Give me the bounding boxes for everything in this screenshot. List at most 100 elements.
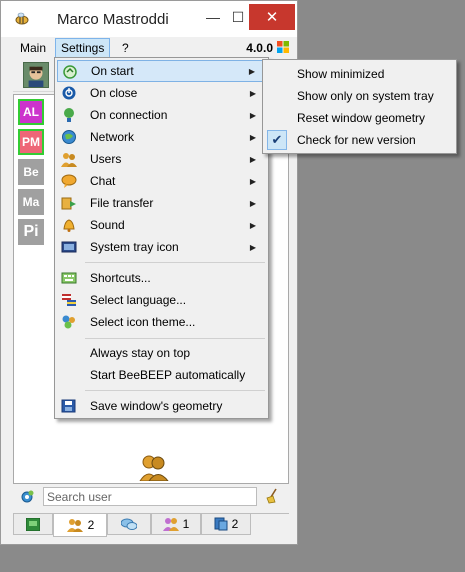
submenu-arrow-icon: ▶: [249, 198, 256, 208]
sound-label: Sound: [90, 218, 125, 232]
menu-item-system-tray-icon[interactable]: System tray icon ▶: [57, 236, 266, 258]
on-close-label: On close: [90, 86, 138, 100]
submenu-arrow-icon: ▶: [249, 154, 256, 164]
file-share-icon: [214, 517, 228, 531]
submenu-item-check-version[interactable]: ✔ Check for new version: [265, 129, 454, 151]
select-icon-theme-label: Select icon theme...: [90, 315, 196, 329]
user-avatar-pi[interactable]: Pi: [18, 219, 44, 245]
menu-item-network[interactable]: Network ▶: [57, 126, 266, 148]
windows-logo-icon[interactable]: [277, 41, 289, 53]
submenu-arrow-icon: ▶: [249, 110, 256, 120]
users-icon: [66, 519, 83, 532]
shortcuts-label: Shortcuts...: [90, 271, 151, 285]
menu-item-on-start[interactable]: On start ▶: [57, 60, 266, 82]
menu-item-on-connection[interactable]: On connection ▶: [57, 104, 266, 126]
menu-separator: [85, 390, 265, 391]
menu-help[interactable]: ?: [117, 39, 134, 57]
always-on-top-label: Always stay on top: [90, 346, 191, 360]
check-version-label: Check for new version: [297, 133, 416, 147]
chat-label: Chat: [90, 174, 116, 188]
user-avatar-al[interactable]: AL: [18, 99, 44, 125]
power-start-icon: [63, 65, 77, 79]
settings-dropdown-menu: On start ▶ On close ▶ On connection ▶ Ne…: [54, 57, 269, 419]
submenu-arrow-icon: ▶: [249, 242, 256, 252]
menu-main[interactable]: Main: [15, 39, 51, 57]
submenu-item-show-minimized[interactable]: Show minimized: [265, 63, 454, 85]
bee-app-icon: [15, 12, 29, 25]
menu-item-users[interactable]: Users ▶: [57, 148, 266, 170]
tab-chat-window[interactable]: [13, 514, 53, 535]
system-tray-icon: [61, 241, 77, 253]
file-transfer-label: File transfer: [90, 196, 154, 210]
tab-groups-count: 1: [182, 517, 190, 531]
menu-item-shortcuts[interactable]: Shortcuts...: [57, 267, 266, 289]
chat-window-icon: [26, 517, 40, 531]
select-language-label: Select language...: [90, 293, 187, 307]
submenu-arrow-icon: ▶: [248, 66, 255, 76]
chat-bubble-icon: [61, 174, 77, 188]
groups-icon: [162, 518, 179, 531]
tab-users-count: 2: [87, 518, 95, 532]
menu-item-always-on-top[interactable]: Always stay on top: [57, 342, 266, 364]
submenu-item-show-only-tray[interactable]: Show only on system tray: [265, 85, 454, 107]
user-avatar-be[interactable]: Be: [18, 159, 44, 185]
tab-users[interactable]: 2: [53, 514, 107, 537]
user-avatar[interactable]: [23, 62, 49, 88]
on-connection-label: On connection: [90, 108, 168, 122]
menu-item-file-transfer[interactable]: File transfer ▶: [57, 192, 266, 214]
show-only-tray-label: Show only on system tray: [297, 89, 434, 103]
system-tray-icon-label: System tray icon: [90, 240, 179, 254]
reset-geometry-label: Reset window geometry: [297, 111, 426, 125]
start-automatically-label: Start BeeBEEP automatically: [90, 368, 246, 382]
submenu-arrow-icon: ▶: [249, 132, 256, 142]
menu-item-chat[interactable]: Chat ▶: [57, 170, 266, 192]
menu-item-start-automatically[interactable]: Start BeeBEEP automatically: [57, 364, 266, 386]
tab-file-sharing[interactable]: 2: [201, 514, 251, 535]
chat-bubbles-icon: [121, 518, 137, 530]
menu-item-sound[interactable]: Sound ▶: [57, 214, 266, 236]
title-bar[interactable]: Marco Mastroddi — ☐ ✕: [1, 1, 297, 37]
tab-groups[interactable]: 1: [151, 514, 201, 535]
icon-theme-icon: [62, 315, 75, 329]
user-avatar-ma[interactable]: Ma: [18, 189, 44, 215]
window-title: Marco Mastroddi: [57, 11, 169, 28]
file-transfer-icon: [61, 197, 76, 210]
users-icon: [61, 153, 77, 167]
menu-item-on-close[interactable]: On close ▶: [57, 82, 266, 104]
network-globe-icon: [62, 130, 76, 144]
submenu-arrow-icon: ▶: [249, 88, 256, 98]
tab-files-count: 2: [231, 517, 239, 531]
menu-bar: Main Settings ? 4.0.0: [1, 37, 297, 58]
bottom-tabs: 2 1 2: [13, 513, 289, 537]
language-flags-icon: [62, 294, 76, 306]
menu-item-select-language[interactable]: Select language...: [57, 289, 266, 311]
search-user-input[interactable]: [43, 487, 257, 506]
power-off-icon: [62, 86, 76, 100]
keyboard-shortcuts-icon: [61, 272, 77, 284]
settings-gear-icon[interactable]: [19, 489, 35, 505]
save-window-icon: [61, 399, 76, 413]
network-label: Network: [90, 130, 135, 144]
check-mark-icon: ✔: [267, 130, 287, 150]
tab-chats[interactable]: [107, 514, 151, 535]
user-avatar-pm[interactable]: PM: [18, 129, 44, 155]
menu-item-select-icon-theme[interactable]: Select icon theme...: [57, 311, 266, 333]
submenu-arrow-icon: ▶: [249, 176, 256, 186]
show-minimized-label: Show minimized: [297, 67, 385, 81]
save-geometry-label: Save window's geometry: [90, 399, 223, 413]
connection-icon: [64, 108, 74, 122]
on-start-label: On start: [91, 64, 134, 78]
on-start-submenu: Show minimized Show only on system tray …: [262, 59, 457, 154]
version-label: 4.0.0: [246, 41, 273, 55]
close-button[interactable]: ✕: [249, 4, 295, 30]
users-group-icon: [139, 455, 169, 481]
submenu-arrow-icon: ▶: [249, 220, 256, 230]
users-label: Users: [90, 152, 122, 166]
menu-separator: [85, 262, 265, 263]
menu-item-save-geometry[interactable]: Save window's geometry: [57, 395, 266, 417]
clear-broom-icon[interactable]: [264, 488, 280, 504]
menu-separator: [85, 338, 265, 339]
submenu-item-reset-geometry[interactable]: Reset window geometry: [265, 107, 454, 129]
bell-icon: [63, 219, 75, 232]
menu-settings[interactable]: Settings: [55, 38, 111, 58]
